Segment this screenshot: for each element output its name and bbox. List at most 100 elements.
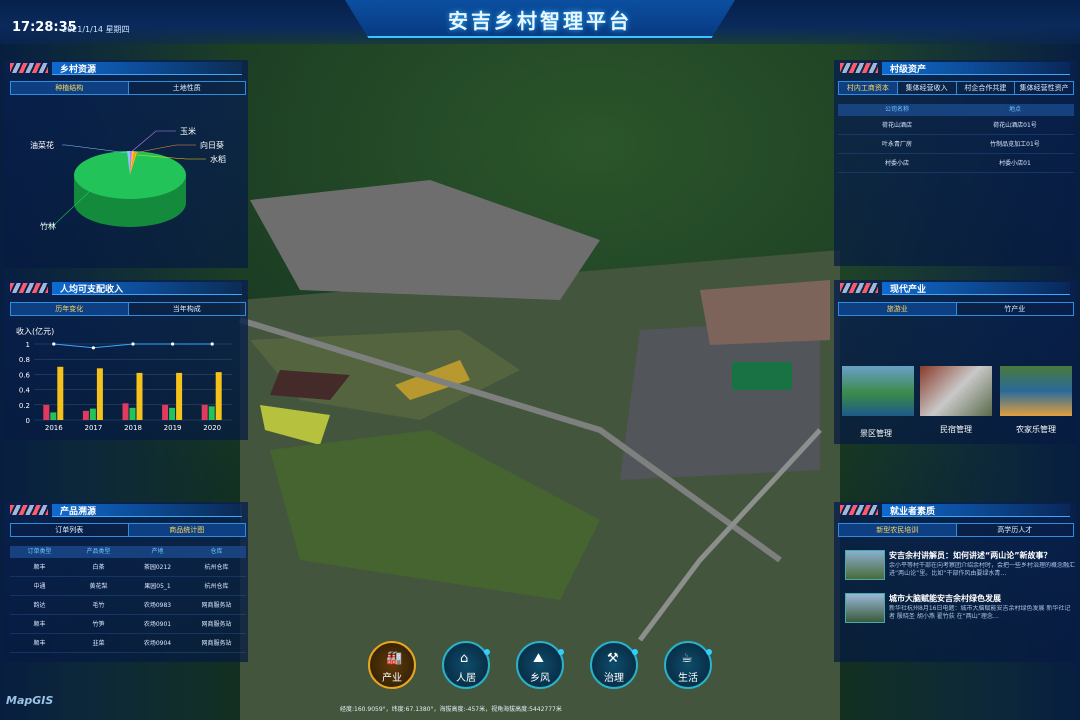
col-header: 产地 bbox=[151, 548, 164, 555]
bar bbox=[169, 407, 176, 420]
dock-living-button[interactable]: ⌂ 人居 bbox=[442, 641, 490, 689]
tab-current[interactable]: 当年构成 bbox=[129, 303, 246, 315]
panel-header: 就业者素质 bbox=[834, 502, 1076, 518]
tab-collective-income[interactable]: 集体经营收入 bbox=[898, 82, 957, 94]
x-tick-label: 2016 bbox=[45, 424, 63, 432]
y-tick-label: 0.4 bbox=[19, 387, 31, 395]
dock-life-button[interactable]: ☕ 生活 bbox=[664, 641, 712, 689]
col-header: 地点 bbox=[1008, 106, 1021, 113]
pie-label-corn: 玉米 bbox=[180, 126, 196, 136]
news-item[interactable]: 安吉余村讲解员：如何讲述“两山论”新故事？ 余小平等村干部在向考察团介绍余村时，… bbox=[845, 550, 1075, 582]
trend-point bbox=[91, 346, 95, 350]
industry-tabs: 旅游业 竹产业 bbox=[838, 302, 1074, 316]
news-thumbnail bbox=[845, 550, 885, 580]
panel-header: 村级资产 bbox=[834, 60, 1076, 76]
tab-planting[interactable]: 种植结构 bbox=[11, 82, 129, 94]
y-tick-label: 0.6 bbox=[19, 371, 31, 379]
income-panel: 人均可支配收入 历年变化 当年构成 收入(亿元) 0 0.2 0.4 0.6 0.8 1 20… bbox=[4, 280, 248, 440]
panel-header: 人均可支配收入 bbox=[4, 280, 248, 296]
tab-land[interactable]: 土地性质 bbox=[129, 82, 246, 94]
table-row[interactable]: 村委小店 村委小店01 bbox=[838, 154, 1074, 173]
table-row[interactable]: 顺丰 白茶 茶园0212 杭州仓库 bbox=[10, 558, 246, 577]
tab-talent[interactable]: 高学历人才 bbox=[957, 524, 1074, 536]
products-tabs: 订单列表 商品统计图 bbox=[10, 523, 246, 537]
industry-item-scenic[interactable] bbox=[842, 366, 914, 418]
bar bbox=[50, 412, 57, 420]
landscape-icon: ⛰ bbox=[533, 651, 544, 666]
coordinate-status: 经度:160.9059°，纬度:67.1380°，海拔高度:-457米，视角海拔… bbox=[340, 706, 562, 713]
trend-point bbox=[171, 342, 175, 346]
panel-header: 产品溯源 bbox=[4, 502, 248, 518]
x-tick-label: 2019 bbox=[164, 424, 182, 432]
tab-orders[interactable]: 订单列表 bbox=[11, 524, 129, 536]
assets-tabs: 村内工商资本 集体经营收入 村企合作共建 集体经营性资产 bbox=[838, 81, 1074, 95]
tab-history[interactable]: 历年变化 bbox=[11, 303, 129, 315]
bar bbox=[162, 404, 169, 420]
scenic-photo bbox=[842, 366, 914, 416]
table-header: 公司名称 地点 bbox=[838, 104, 1074, 116]
news-excerpt: 新华社杭州8月16日电题：城市大脑赋能安吉余村绿色发展 新华社记者 殷晓圣 胡小… bbox=[889, 605, 1071, 620]
pie-label-bamboo: 竹林 bbox=[40, 221, 56, 231]
dock-label: 乡风 bbox=[530, 673, 550, 684]
bar bbox=[208, 406, 215, 420]
dock-culture-button[interactable]: ⛰ 乡风 bbox=[516, 641, 564, 689]
y-tick-label: 1 bbox=[26, 341, 30, 349]
trend-point bbox=[52, 342, 56, 346]
products-panel: 产品溯源 订单列表 商品统计图 订单类型 产品类型 产地 仓库 顺丰 白茶 茶园02… bbox=[4, 502, 248, 662]
income-tabs: 历年变化 当年构成 bbox=[10, 302, 246, 316]
bar bbox=[89, 408, 96, 420]
bar bbox=[57, 366, 64, 420]
bar bbox=[43, 404, 50, 420]
bar bbox=[122, 403, 129, 420]
news-item[interactable]: 城市大脑赋能安吉余村绿色发展 新华社杭州8月16日电题：城市大脑赋能安吉余村绿色… bbox=[845, 593, 1075, 625]
industry-item-farmstay[interactable] bbox=[1000, 366, 1072, 418]
x-tick-label: 2017 bbox=[84, 424, 102, 432]
tab-tourism[interactable]: 旅游业 bbox=[839, 303, 957, 315]
panel-header: 现代产业 bbox=[834, 280, 1076, 296]
dock-label: 人居 bbox=[456, 673, 476, 684]
tab-training[interactable]: 新型农民培训 bbox=[839, 524, 957, 536]
house-icon: ⌂ bbox=[460, 651, 469, 666]
pie-label-rice: 水稻 bbox=[210, 154, 226, 164]
panel-header: 乡村资源 bbox=[4, 60, 248, 76]
bar bbox=[176, 372, 183, 420]
tab-business-capital[interactable]: 村内工商资本 bbox=[839, 82, 898, 94]
news-title[interactable]: 城市大脑赋能安吉余村绿色发展 bbox=[889, 593, 1001, 604]
income-bar-chart: 收入(亿元) 0 0.2 0.4 0.6 0.8 1 2016 2017 2018 2019 2020 bbox=[16, 326, 232, 432]
table-row[interactable]: 韵达 毛竹 农场0983 网商服务站 bbox=[10, 596, 246, 615]
panel-title: 人均可支配收入 bbox=[60, 285, 124, 295]
employment-panel: 就业者素质 新型农民培训 高学历人才 bbox=[834, 502, 1076, 662]
products-table: 订单类型 产品类型 产地 仓库 顺丰 白茶 茶园0212 杭州仓库 中通 黄花梨 果园05… bbox=[10, 546, 246, 653]
dock-industry-button[interactable]: 🏭 产业 bbox=[368, 641, 416, 689]
date: 2021/1/14 星期四 bbox=[62, 25, 130, 34]
table-row[interactable]: 中通 黄花梨 果园05_1 杭州仓库 bbox=[10, 577, 246, 596]
table-row[interactable]: 顺丰 韭菜 农场0904 网商服务站 bbox=[10, 634, 246, 653]
assets-panel: 村级资产 村内工商资本 集体经营收入 村企合作共建 集体经营性资产 公司名称 地… bbox=[834, 60, 1076, 266]
bar bbox=[201, 404, 208, 420]
homestay-photo bbox=[920, 366, 992, 416]
industry-panel: 现代产业 旅游业 竹产业 景区管理 民宿管理 农家乐管理 bbox=[834, 280, 1076, 444]
industry-item-homestay[interactable] bbox=[920, 366, 992, 418]
tab-cooperation[interactable]: 村企合作共建 bbox=[957, 82, 1016, 94]
col-header: 订单类型 bbox=[27, 548, 52, 555]
tab-collective-assets[interactable]: 集体经营性资产 bbox=[1015, 82, 1073, 94]
table-row[interactable]: 顺丰 竹笋 农场0901 网商服务站 bbox=[10, 615, 246, 634]
mapgis-logo: MapGIS bbox=[6, 694, 54, 707]
news-title[interactable]: 安吉余村讲解员：如何讲述“两山论”新故事？ bbox=[889, 550, 1052, 561]
dock-governance-button[interactable]: ⚒ 治理 bbox=[590, 641, 638, 689]
industry-label: 农家乐管理 bbox=[1016, 425, 1056, 434]
table-row[interactable]: 叶永青厂房 竹制品览加工01号 bbox=[838, 135, 1074, 154]
tab-product-stats[interactable]: 商品统计图 bbox=[128, 524, 245, 536]
panel-title: 就业者素质 bbox=[890, 507, 936, 517]
table-header: 订单类型 产品类型 产地 仓库 bbox=[10, 546, 246, 558]
cup-icon: ☕ bbox=[681, 651, 693, 666]
y-tick-label: 0.2 bbox=[19, 402, 30, 410]
bar bbox=[136, 372, 143, 420]
tab-bamboo[interactable]: 竹产业 bbox=[957, 303, 1074, 315]
industry-label: 景区管理 bbox=[860, 429, 892, 438]
page-title: 安吉乡村智理平台 bbox=[448, 9, 632, 33]
news-excerpt: 余小平等村干部在向考察团介绍余村时，会把一些乡村治理的概念融汇进“两山论”里。比… bbox=[889, 562, 1075, 577]
dock-label: 生活 bbox=[678, 673, 698, 684]
employment-tabs: 新型农民培训 高学历人才 bbox=[838, 523, 1074, 537]
table-row[interactable]: 荷花山酒店 荷花山酒店01号 bbox=[838, 116, 1074, 135]
